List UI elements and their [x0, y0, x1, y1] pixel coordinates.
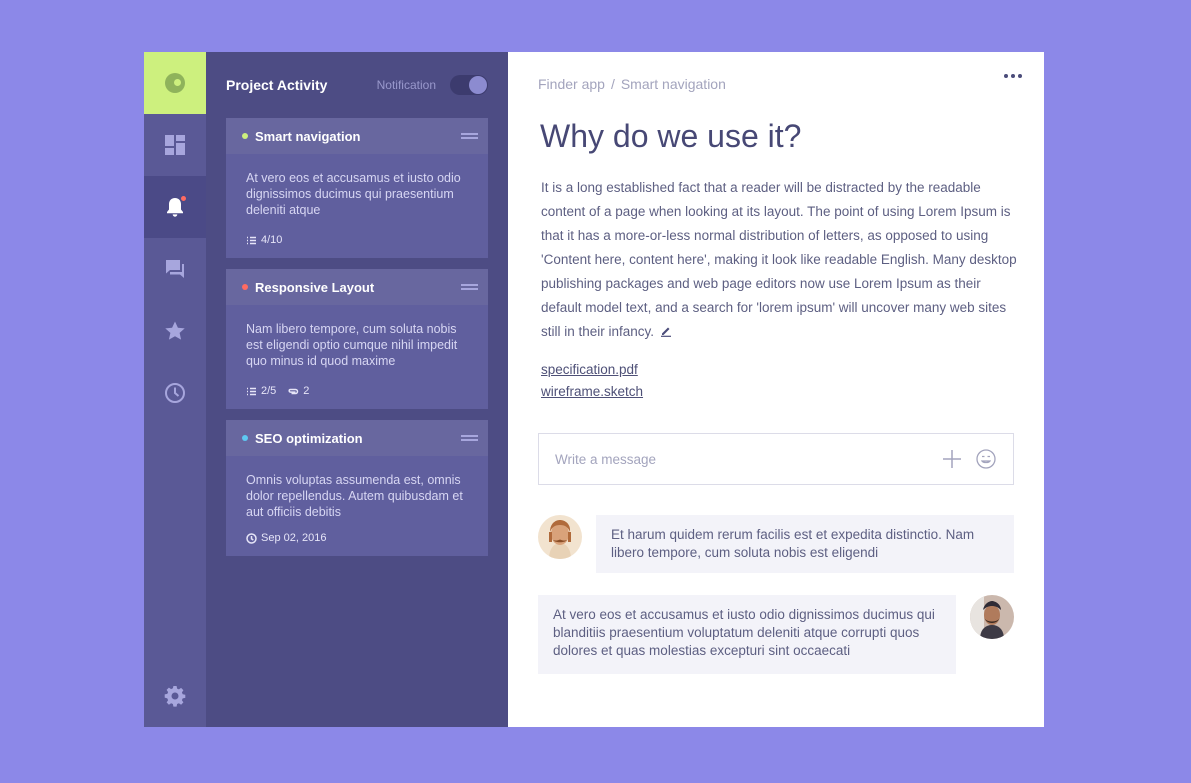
- logo[interactable]: [144, 52, 206, 114]
- card-body: Omnis voluptas assumenda est, omnis dolo…: [226, 456, 488, 556]
- message-bubble: At vero eos et accusamus et iusto odio d…: [538, 595, 956, 674]
- breadcrumb-item[interactable]: Finder app: [538, 76, 605, 92]
- attachment-count-value: 2: [303, 385, 310, 397]
- card-header: Responsive Layout: [226, 269, 488, 305]
- activity-panel: Project Activity Notification Smart navi…: [206, 52, 508, 727]
- emoji-icon[interactable]: [975, 448, 997, 470]
- card-title: Smart navigation: [255, 128, 361, 144]
- dashboard-icon: [165, 135, 185, 155]
- card-title: SEO optimization: [255, 430, 363, 446]
- attachment-count: 2: [288, 383, 309, 399]
- breadcrumb: Finder app / Smart navigation: [538, 76, 726, 92]
- avatar[interactable]: [970, 595, 1014, 639]
- notification-label: Notification: [376, 78, 436, 92]
- clock-icon: [246, 532, 257, 544]
- card-meta: 4/10: [246, 232, 468, 248]
- status-dot: [242, 133, 248, 139]
- toggle-knob: [469, 76, 487, 94]
- due-date-value: Sep 02, 2016: [261, 532, 327, 544]
- checklist-icon: [247, 387, 256, 395]
- card-description: Omnis voluptas assumenda est, omnis dolo…: [246, 473, 463, 519]
- card-body: Nam libero tempore, cum soluta nobis est…: [226, 305, 488, 409]
- status-dot: [242, 435, 248, 441]
- icon-rail: [144, 52, 206, 727]
- activity-header: Project Activity Notification: [226, 52, 488, 118]
- article-text: It is a long established fact that a rea…: [541, 180, 1017, 339]
- avatar[interactable]: [538, 515, 582, 559]
- add-icon[interactable]: [941, 448, 963, 470]
- star-icon: [165, 321, 185, 340]
- clock-icon: [165, 383, 185, 403]
- nav-messages[interactable]: [144, 238, 206, 300]
- status-dot: [242, 284, 248, 290]
- notification-setting: Notification: [377, 75, 488, 95]
- card-description: At vero eos et accusamus et iusto odio d…: [246, 171, 461, 217]
- activity-title: Project Activity: [226, 77, 328, 93]
- page-title: Why do we use it?: [540, 118, 802, 154]
- drag-handle-icon[interactable]: [461, 133, 478, 139]
- card-body: At vero eos et accusamus et iusto odio d…: [226, 154, 488, 258]
- nav-history[interactable]: [144, 362, 206, 424]
- card-meta: Sep 02, 2016: [246, 530, 468, 546]
- card-meta: 2/5 2: [246, 383, 468, 399]
- task-count-value: 4/10: [261, 234, 283, 246]
- nav-dashboard[interactable]: [144, 114, 206, 176]
- drag-handle-icon[interactable]: [461, 284, 478, 290]
- article-body: It is a long established fact that a rea…: [541, 176, 1021, 344]
- activity-card[interactable]: Smart navigation At vero eos et accusamu…: [226, 118, 488, 258]
- file-link[interactable]: wireframe.sketch: [541, 381, 643, 403]
- task-count-value: 2/5: [261, 385, 277, 397]
- activity-card[interactable]: SEO optimization Omnis voluptas assumend…: [226, 420, 488, 556]
- due-date: Sep 02, 2016: [246, 530, 326, 546]
- paperclip-icon: [288, 388, 299, 394]
- edit-icon[interactable]: [660, 321, 672, 337]
- gear-icon: [164, 686, 186, 707]
- main-content: Finder app / Smart navigation Why do we us…: [508, 52, 1044, 727]
- more-options-icon[interactable]: [1004, 74, 1022, 78]
- nav-favorites[interactable]: [144, 300, 206, 362]
- card-title: Responsive Layout: [255, 279, 375, 295]
- task-count: 4/10: [246, 232, 282, 248]
- drag-handle-icon[interactable]: [461, 435, 478, 441]
- activity-card[interactable]: Responsive Layout Nam libero tempore, cu…: [226, 269, 488, 409]
- attachments-list: specification.pdf wireframe.sketch: [541, 359, 643, 403]
- card-header: SEO optimization: [226, 420, 488, 456]
- message-composer: [538, 433, 1014, 485]
- notification-toggle[interactable]: [450, 75, 488, 95]
- breadcrumb-item[interactable]: Smart navigation: [621, 76, 726, 92]
- message-incoming: Et harum quidem rerum facilis est et exp…: [538, 515, 1014, 573]
- message-bubble: Et harum quidem rerum facilis est et exp…: [596, 515, 1014, 573]
- card-header: Smart navigation: [226, 118, 488, 154]
- chat-icon: [166, 260, 184, 278]
- file-link[interactable]: specification.pdf: [541, 359, 643, 381]
- app-window: Project Activity Notification Smart navi…: [144, 52, 1044, 727]
- breadcrumb-separator: /: [610, 76, 615, 92]
- message-outgoing: At vero eos et accusamus et iusto odio d…: [538, 595, 1014, 674]
- message-input[interactable]: [555, 451, 929, 467]
- notification-badge: [180, 195, 187, 202]
- checklist-icon: [247, 236, 256, 244]
- nav-notifications[interactable]: [144, 176, 206, 238]
- card-description: Nam libero tempore, cum soluta nobis est…: [246, 322, 458, 368]
- logo-icon: [165, 73, 185, 93]
- task-count: 2/5: [246, 383, 276, 399]
- nav-settings[interactable]: [144, 665, 206, 727]
